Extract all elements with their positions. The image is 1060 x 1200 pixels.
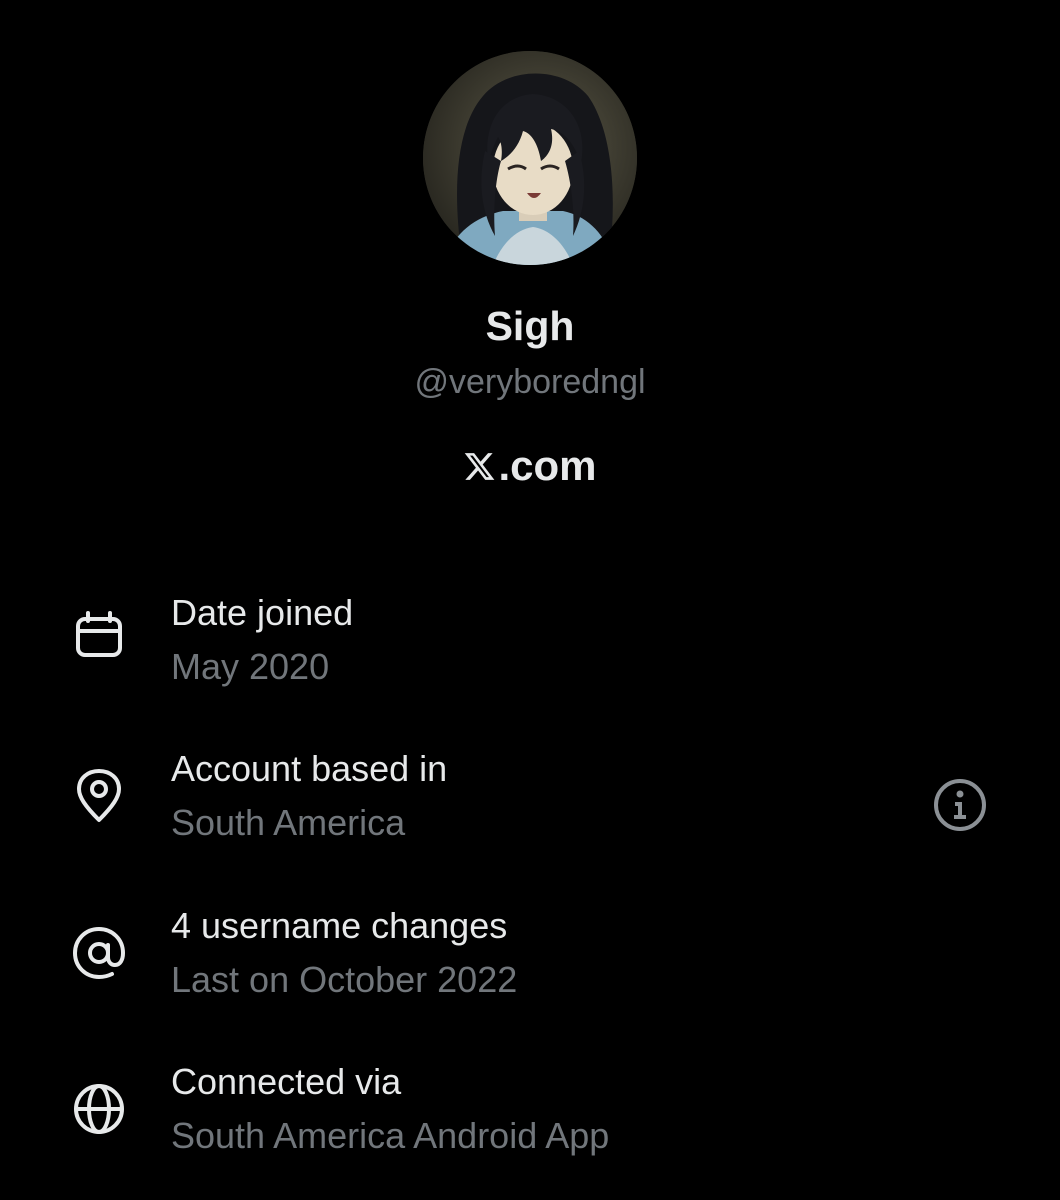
date-joined-value: May 2020 — [171, 646, 330, 687]
date-joined-row: Date joined May 2020 — [0, 590, 1060, 700]
info-button[interactable] — [932, 777, 988, 833]
username-changes-title: 4 username changes — [171, 905, 508, 946]
date-joined-title: Date joined — [171, 592, 354, 633]
username-changes-row: 4 username changes Last on October 2022 — [0, 903, 1060, 1013]
at-sign-icon — [71, 925, 127, 981]
connected-via-row: Connected via South America Android App — [0, 1059, 1060, 1169]
x-logo-icon — [465, 452, 495, 480]
username-changes-value: Last on October 2022 — [171, 959, 518, 1000]
profile-avatar[interactable] — [423, 51, 637, 265]
account-based-in-title: Account based in — [171, 748, 448, 789]
connected-via-title: Connected via — [171, 1061, 402, 1102]
profile-display-name: Sigh — [485, 303, 575, 349]
calendar-icon — [71, 607, 127, 663]
site-label: .com — [498, 442, 597, 489]
connected-via-value: South America Android App — [171, 1115, 610, 1156]
anime-avatar-image — [423, 51, 637, 265]
profile-handle: @veryboredngl — [414, 363, 646, 401]
info-icon — [934, 779, 986, 831]
globe-icon — [71, 1081, 127, 1137]
site-badge: .com — [0, 438, 1060, 494]
account-based-in-row: Account based in South America — [0, 746, 1060, 856]
location-pin-icon — [71, 768, 127, 824]
account-based-in-value: South America — [171, 802, 406, 843]
